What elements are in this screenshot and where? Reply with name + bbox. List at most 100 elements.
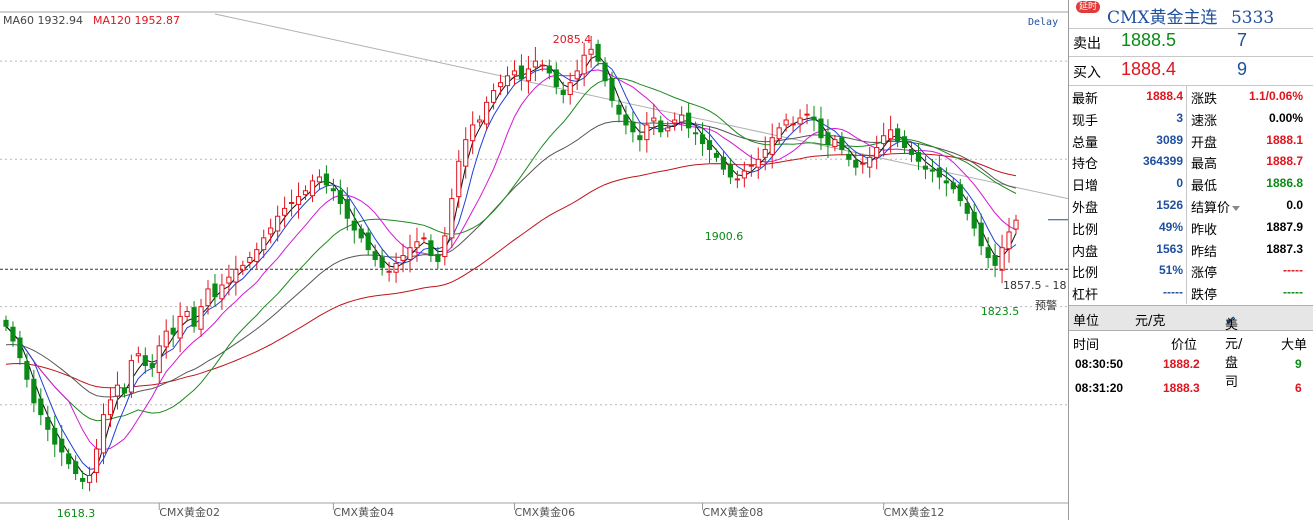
candle-body <box>755 158 761 168</box>
stat-label: 日增 <box>1072 179 1099 195</box>
candle-body <box>915 151 922 162</box>
candle-body <box>776 127 782 140</box>
candle-body <box>999 247 1005 271</box>
delay-badge: 延时 <box>1076 1 1101 13</box>
candle-body <box>908 148 915 155</box>
candle-body <box>275 215 281 232</box>
candle-body <box>686 112 692 129</box>
candle-body <box>177 315 183 339</box>
candle-body <box>379 257 385 268</box>
candle-body <box>867 156 873 168</box>
candle-body <box>428 240 434 257</box>
stats-row: 比例 49% 昨收 1887.9 <box>1069 217 1313 239</box>
candle-body <box>713 152 720 158</box>
stat-label: 涨跌 <box>1191 92 1218 107</box>
stats-grid: 最新 1888.4 涨跌 1.1/0.06% 现手 3 速涨 0.00% 总量 3089 开盘 188… <box>1069 86 1313 304</box>
candle-body <box>567 82 573 95</box>
candle-body <box>720 156 727 170</box>
candle-body <box>414 241 420 249</box>
stat-value: 0.0 <box>1286 198 1303 212</box>
kline-chart[interactable]: CMX黄金02 CMX黄金04 CMX黄金06 CMX黄金08 CMX黄金12 MA60… <box>0 0 1068 520</box>
candle-body <box>651 117 657 122</box>
candle-body <box>156 345 162 373</box>
stat-value: 1.1/0.06% <box>1248 89 1303 103</box>
stat-label: 现手 <box>1072 113 1099 129</box>
candle-body <box>372 251 378 260</box>
trade-price: 1888.2 <box>1163 357 1200 371</box>
candle-body <box>93 448 100 474</box>
candle-body <box>971 211 977 229</box>
trade-size: 9 <box>1295 357 1302 371</box>
stat-value: 0.00% <box>1268 110 1303 125</box>
candle-body <box>832 139 838 148</box>
candle-body <box>539 64 545 67</box>
candle-body <box>421 237 427 240</box>
candle-body <box>888 129 894 140</box>
candle-body <box>511 70 518 76</box>
stat-label: 昨收 <box>1191 222 1218 238</box>
candle-body <box>226 276 232 284</box>
candle-body <box>672 119 678 124</box>
candle-body <box>797 117 803 125</box>
chart-canvas[interactable]: CMX黄金02 CMX黄金04 CMX黄金06 CMX黄金08 CMX黄金12 MA60… <box>0 0 1068 520</box>
candle-body <box>679 114 685 123</box>
candle-body <box>456 160 462 198</box>
candle-body <box>1006 231 1012 250</box>
quote-panel: 延时 CMX黄金主连 5333 卖出 1888.5 7 买入 1888.4 9 … <box>1068 0 1313 520</box>
candle-body <box>783 119 789 126</box>
candle-body <box>351 220 357 231</box>
candle-body <box>107 399 114 416</box>
stat-value: ----- <box>1163 285 1183 300</box>
candle-body <box>149 363 155 368</box>
candle-body <box>901 136 908 149</box>
candle-body <box>386 270 392 273</box>
candle-body <box>943 180 949 184</box>
candle-body <box>302 190 309 196</box>
stat-value: ----- <box>1283 285 1303 300</box>
candle-body <box>247 257 253 263</box>
warning-label: 预警 <box>1035 298 1057 312</box>
unit-value[interactable]: 元/克 <box>1135 310 1165 329</box>
x-tick-label: CMX黄金08 <box>703 505 764 519</box>
stat-label: 比例 <box>1072 266 1099 282</box>
candle-body <box>874 147 880 158</box>
candle-body <box>881 135 887 145</box>
stat-label: 最低 <box>1191 179 1218 195</box>
trade-row[interactable]: 08:30:50 1888.2 9 <box>1069 354 1313 376</box>
candle-body <box>616 104 622 115</box>
candle-body <box>748 164 754 167</box>
ma-legend-item: MA60 1932.94 <box>3 14 83 27</box>
candle-body <box>323 173 330 186</box>
panel-header: 延时 CMX黄金主连 5333 <box>1069 0 1313 29</box>
ask-label: 卖出 <box>1073 36 1101 52</box>
candle-body <box>295 196 302 205</box>
candle-body <box>163 330 169 348</box>
bid-label: 买入 <box>1073 65 1101 81</box>
stats-row: 比例 51% 涨停 ----- <box>1069 260 1313 282</box>
candle-body <box>581 54 587 75</box>
candle-body <box>86 475 93 483</box>
candle-body <box>741 170 747 179</box>
candle-body <box>31 378 37 404</box>
candle-body <box>790 123 796 126</box>
x-tick-label: CMX黄金06 <box>514 505 575 519</box>
candle-body <box>957 184 963 202</box>
candle-body <box>316 176 323 183</box>
unit-bar: 单位 元/克 ✔ 美元/盘司 <box>1069 305 1313 390</box>
candle-body <box>205 288 211 307</box>
stat-value: 1526 <box>1156 198 1183 212</box>
candle-body <box>929 169 936 172</box>
candle-body <box>497 82 504 88</box>
candle-body <box>435 254 441 262</box>
candle-body <box>358 228 364 239</box>
trades-header: 时间 价位 大单 <box>1069 332 1313 353</box>
chart-grid <box>0 0 1068 520</box>
instrument-title: CMX黄金主连 5333 <box>1107 3 1274 28</box>
candle-body <box>922 165 929 170</box>
trade-row[interactable]: 08:31:20 1888.3 6 <box>1069 378 1313 400</box>
candle-body <box>846 153 852 160</box>
candle-body <box>644 124 650 141</box>
bid-price: 1888.4 <box>1121 59 1177 79</box>
stat-label: 最新 <box>1072 92 1099 107</box>
candle-body <box>734 178 740 181</box>
